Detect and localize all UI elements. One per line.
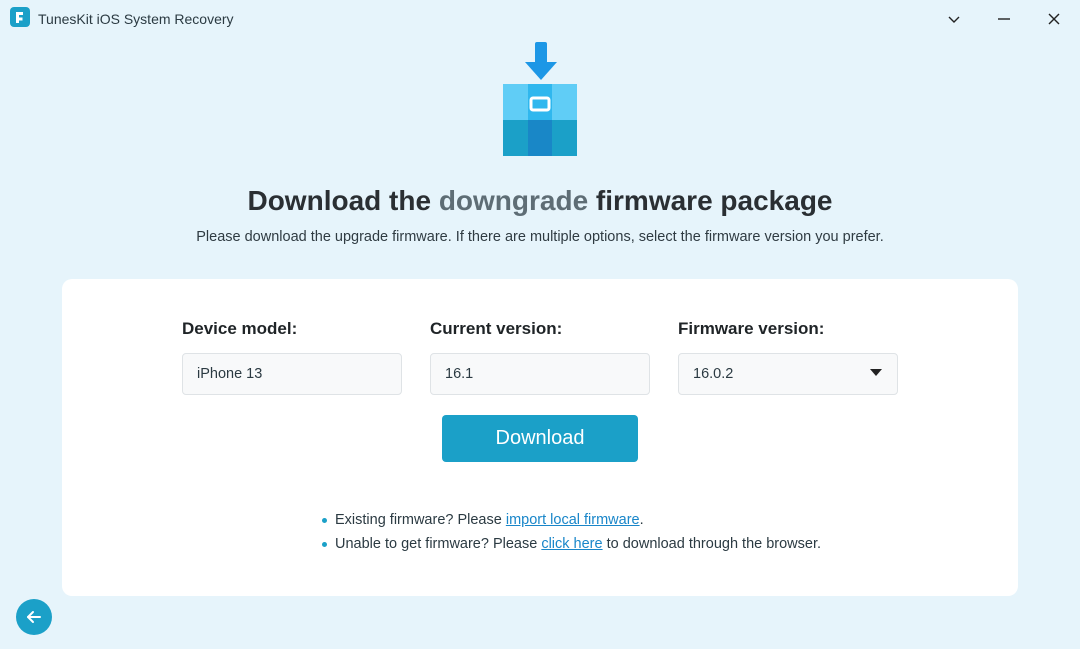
page-subtitle: Please download the upgrade firmware. If… bbox=[0, 229, 1080, 245]
current-version-label: Current version: bbox=[430, 319, 650, 339]
page-title: Download the downgrade firmware package bbox=[0, 185, 1080, 217]
click-here-link[interactable]: click here bbox=[541, 536, 602, 552]
current-version-group: Current version: 16.1 bbox=[430, 319, 650, 395]
package-illustration bbox=[0, 40, 1080, 165]
app-title: TunesKit iOS System Recovery bbox=[38, 11, 234, 27]
close-icon bbox=[1047, 12, 1061, 26]
bullet-icon bbox=[322, 542, 327, 547]
minimize-icon bbox=[997, 12, 1011, 26]
current-version-field: 16.1 bbox=[430, 353, 650, 395]
arrow-left-icon bbox=[24, 607, 44, 627]
firmware-version-value: 16.0.2 bbox=[693, 366, 733, 382]
import-local-firmware-link[interactable]: import local firmware bbox=[506, 512, 640, 528]
app-logo-icon bbox=[10, 7, 30, 32]
headline-pre: Download the bbox=[247, 185, 438, 216]
minimize-button[interactable] bbox=[994, 9, 1014, 29]
titlebar-left: TunesKit iOS System Recovery bbox=[10, 7, 234, 32]
note-import-local: Existing firmware? Please import local f… bbox=[322, 512, 898, 528]
firmware-version-group: Firmware version: 16.0.2 bbox=[678, 319, 898, 395]
titlebar: TunesKit iOS System Recovery bbox=[0, 0, 1080, 34]
download-row: Download bbox=[182, 415, 898, 462]
dropdown-button[interactable] bbox=[944, 9, 964, 29]
back-button[interactable] bbox=[16, 599, 52, 635]
headline-emph: downgrade bbox=[439, 185, 588, 216]
hero-section: Download the downgrade firmware package … bbox=[0, 40, 1080, 245]
current-version-value: 16.1 bbox=[445, 366, 473, 382]
note-browser-download: Unable to get firmware? Please click her… bbox=[322, 536, 898, 552]
download-button[interactable]: Download bbox=[442, 415, 639, 462]
note2-pre: Unable to get firmware? Please bbox=[335, 536, 541, 552]
device-model-field: iPhone 13 bbox=[182, 353, 402, 395]
note1-pre: Existing firmware? Please bbox=[335, 512, 506, 528]
device-model-group: Device model: iPhone 13 bbox=[182, 319, 402, 395]
firmware-card: Device model: iPhone 13 Current version:… bbox=[62, 279, 1018, 596]
form-row: Device model: iPhone 13 Current version:… bbox=[182, 319, 898, 395]
close-button[interactable] bbox=[1044, 9, 1064, 29]
headline-post: firmware package bbox=[588, 185, 832, 216]
note1-post: . bbox=[640, 512, 644, 528]
firmware-version-label: Firmware version: bbox=[678, 319, 898, 339]
device-model-value: iPhone 13 bbox=[197, 366, 262, 382]
notes: Existing firmware? Please import local f… bbox=[182, 512, 898, 552]
bullet-icon bbox=[322, 518, 327, 523]
firmware-version-select[interactable]: 16.0.2 bbox=[678, 353, 898, 395]
note2-post: to download through the browser. bbox=[603, 536, 821, 552]
device-model-label: Device model: bbox=[182, 319, 402, 339]
chevron-down-icon bbox=[946, 11, 962, 27]
caret-down-icon bbox=[869, 366, 883, 382]
window-controls bbox=[944, 9, 1070, 29]
